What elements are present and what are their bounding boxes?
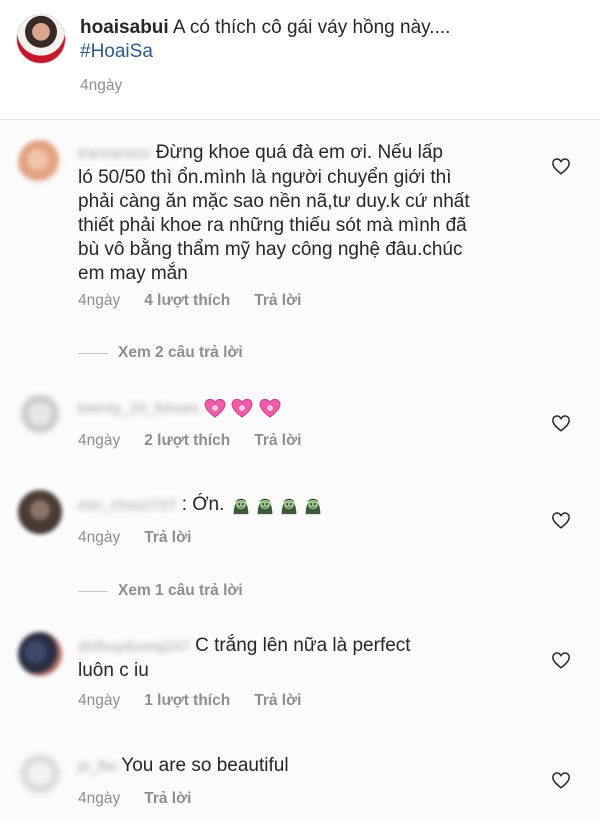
comment-avatar[interactable]	[18, 752, 62, 796]
comment-meta: 4ngày 1 lượt thích Trả lời	[78, 692, 301, 710]
comment-avatar[interactable]	[18, 632, 62, 676]
caption-username[interactable]: hoaisabui	[80, 17, 169, 38]
comment-time: 4ngày	[78, 529, 121, 546]
comment-likes[interactable]: 2 lượt thích	[144, 432, 230, 450]
comments-page: hoaisabui A có thích cô gái váy hồng này…	[0, 0, 600, 823]
zombie-face-icon	[257, 498, 273, 515]
comment-text: You are so beautiful	[121, 755, 289, 776]
comment-meta: 4ngày Trả lời	[78, 790, 191, 808]
comment-text-line: ló 50/50 thì ổn.mình là người chuyển giớ…	[78, 167, 452, 188]
comment-text-block: twenty_20_fshoes	[78, 396, 548, 421]
caption-meta: 4ngày	[80, 77, 122, 95]
comment-text-line: bù vô bằng thẩm mỹ hay công nghệ đâu.chú…	[78, 239, 463, 260]
view-replies-line	[78, 352, 108, 354]
caption-divider	[0, 119, 600, 120]
comment-avatar[interactable]	[18, 140, 62, 184]
comment-text-block: tranvanxxx Đừng khoe quá đà em ơi. Nếu l…	[78, 141, 548, 286]
post-caption: hoaisabui A có thích cô gái váy hồng này…	[0, 0, 600, 119]
comment-time: 4ngày	[78, 692, 121, 709]
comment-text-block: jn_flw You are so beautiful	[78, 754, 548, 779]
comment-text-block: dothuyduong247 C trắng lên nữa là perfec…	[78, 634, 548, 683]
comment-time: 4ngày	[78, 292, 121, 309]
comment-avatar[interactable]	[18, 490, 62, 534]
comment-meta: 4ngày 4 lượt thích Trả lời	[78, 292, 301, 310]
reply-button[interactable]: Trả lời	[254, 432, 301, 450]
reply-button[interactable]: Trả lời	[144, 790, 191, 808]
view-replies-button[interactable]: Xem 2 câu trả lời	[78, 344, 243, 362]
comment-text: Đừng khoe quá đà em ơi. Nếu lấp	[155, 142, 443, 163]
pink-heart-icon	[259, 398, 281, 418]
caption-text-block: hoaisabui A có thích cô gái váy hồng này…	[80, 16, 580, 64]
comment-username[interactable]: min_chou2707	[78, 494, 176, 518]
like-heart-icon[interactable]	[551, 157, 571, 175]
like-heart-icon[interactable]	[551, 511, 571, 529]
comment-username[interactable]: jn_flw	[78, 755, 116, 779]
comment-likes[interactable]: 1 lượt thích	[144, 692, 230, 710]
caption-time: 4ngày	[80, 77, 123, 94]
view-replies-label: Xem 1 câu trả lời	[118, 582, 243, 599]
comment-text-line: phải càng ăn mặc sao nền nã,tư duy.k cứ …	[78, 191, 470, 212]
zombie-face-icon	[233, 498, 249, 515]
comment-time: 4ngày	[78, 790, 121, 807]
comment-text-line: thiết phải khoe ra những thiếu sót mà mì…	[78, 215, 467, 236]
comment-text-line: em may mắn	[78, 263, 188, 284]
comment-username[interactable]: tranvanxxx	[78, 142, 151, 166]
comment-text: C trắng lên nữa là perfect	[195, 635, 411, 656]
pink-heart-icon	[232, 398, 253, 418]
caption-text: A có thích cô gái váy hồng này....	[172, 17, 451, 38]
zombie-face-icon	[281, 498, 297, 515]
like-heart-icon[interactable]	[551, 414, 571, 432]
caption-avatar[interactable]	[16, 14, 66, 64]
comment-meta: 4ngày Trả lời	[78, 529, 191, 547]
reply-button[interactable]: Trả lời	[254, 692, 301, 710]
comment-username[interactable]: twenty_20_fshoes	[78, 397, 199, 421]
comment-text-line: luôn c iu	[78, 660, 149, 681]
zombie-face-icon	[305, 498, 321, 515]
like-heart-icon[interactable]	[551, 771, 571, 789]
comment-likes[interactable]: 4 lượt thích	[144, 292, 230, 310]
view-replies-line	[78, 590, 108, 592]
view-replies-label: Xem 2 câu trả lời	[118, 344, 243, 361]
comment-text-block: min_chou2707 : Ớn.	[78, 493, 548, 518]
comment-time: 4ngày	[78, 432, 121, 449]
comment-avatar[interactable]	[18, 392, 62, 436]
pink-heart-icon	[204, 398, 226, 418]
comment-text: : Ớn.	[181, 494, 225, 515]
view-replies-button[interactable]: Xem 1 câu trả lời	[78, 582, 243, 600]
reply-button[interactable]: Trả lời	[144, 529, 191, 547]
like-heart-icon[interactable]	[551, 651, 571, 669]
comment-username[interactable]: dothuyduong247	[78, 635, 190, 659]
comment-meta: 4ngày 2 lượt thích Trả lời	[78, 432, 301, 450]
caption-hashtag[interactable]: #HoaiSa	[80, 41, 153, 62]
reply-button[interactable]: Trả lời	[254, 292, 301, 310]
